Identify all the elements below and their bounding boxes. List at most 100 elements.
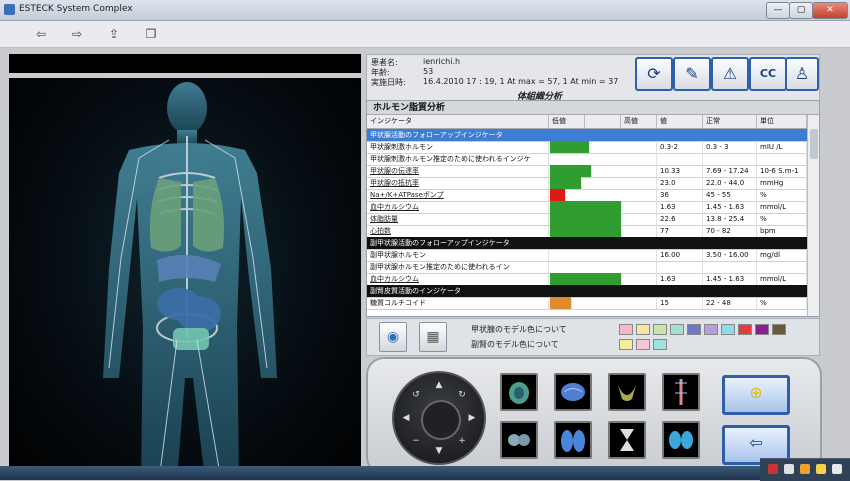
table-header: インジケータ 低値 高値 値 正常 単位 [367, 115, 807, 129]
up-arrow-icon[interactable]: ▲ [433, 379, 445, 391]
legend-label-adrenal: 副腎のモデル色について [471, 340, 559, 349]
warning-button[interactable]: ⚠ [711, 57, 749, 91]
forward-arrow-icon[interactable]: ⇨ [69, 26, 85, 42]
rotate-cw-icon[interactable]: ↻ [456, 389, 468, 401]
col-low: 低値 [549, 115, 585, 128]
tube-button[interactable]: ♙ [785, 57, 819, 91]
cell-unit: mg/dl [757, 249, 807, 261]
tool-button[interactable]: ✎ [673, 57, 711, 91]
model-toggle-button[interactable]: ◉ [379, 322, 407, 352]
group-title: 副腎皮質活動のインジケータ [370, 287, 461, 295]
cell-normal: 3.50 - 16.00 [703, 249, 757, 261]
maximize-button[interactable]: ▢ [789, 2, 813, 19]
warning-icon: ⚠ [722, 64, 738, 83]
grid-icon: ▦ [426, 329, 440, 345]
color-legend: ◉ ▦ 甲状腺のモデル色について 副腎のモデル色について [366, 318, 820, 356]
organ-digestive-button[interactable] [500, 373, 538, 411]
back-arrow-icon[interactable]: ⇦ [33, 26, 49, 42]
table-row[interactable]: 糖質コルチコイド 15 22 - 48% [367, 297, 807, 310]
cell-value [657, 153, 703, 165]
color-swatch [755, 324, 769, 335]
cell-name: 甲状腺刺激ホルモン推定のために使われるインジケ [367, 153, 549, 165]
organ-hourglass-button[interactable] [608, 421, 646, 459]
level-bar-cell [549, 201, 657, 213]
color-swatch [619, 339, 633, 350]
cell-normal: 45 - 55 [703, 189, 757, 201]
reset-view-button[interactable] [421, 400, 461, 440]
cell-normal [703, 261, 757, 273]
cell-value: 1.63 [657, 201, 703, 213]
level-bar [550, 165, 592, 177]
color-swatch [670, 324, 684, 335]
organ-kidneys-button[interactable] [662, 421, 700, 459]
level-bar [550, 141, 590, 153]
cell-name: 甲状腺刺激ホルモン [367, 141, 549, 153]
tool-icon: ✎ [685, 64, 699, 83]
hourglass-icon [620, 429, 634, 451]
zoom-out-icon[interactable]: − [410, 435, 422, 447]
table-scrollbar[interactable] [807, 115, 819, 316]
rotate-ccw-icon[interactable]: ↺ [410, 389, 422, 401]
window-title: ESTECK System Complex [19, 4, 133, 14]
organ-nervous-button[interactable] [662, 373, 700, 411]
title-bar: ESTECK System Complex — ▢ ✕ [0, 0, 850, 21]
section-title: ホルモン脂質分析 [367, 101, 819, 115]
cell-name: 副甲状腺ホルモン [367, 249, 549, 261]
cell-normal: 1.45 - 1.63 [703, 201, 757, 213]
level-bar-cell [549, 189, 657, 201]
export-icon[interactable]: ⇪ [106, 26, 122, 42]
spine-icon [675, 379, 687, 405]
minimize-button[interactable]: — [766, 2, 790, 19]
scroll-thumb[interactable] [810, 129, 818, 159]
tray-folder-icon[interactable] [816, 464, 826, 474]
level-bar [550, 273, 622, 285]
level-bar [550, 201, 622, 213]
cell-unit: % [757, 213, 807, 225]
sphere-icon: ◉ [386, 329, 400, 345]
level-bar-cell [549, 273, 657, 285]
kidneys-icon [669, 431, 693, 449]
color-swatch [636, 324, 650, 335]
tray-app-icon[interactable] [800, 464, 810, 474]
copy-icon[interactable]: ❐ [143, 26, 159, 42]
body-3d-viewer[interactable] [9, 78, 361, 480]
color-swatch [687, 324, 701, 335]
tray-network-icon[interactable] [832, 464, 842, 474]
cell-name: 心拍数 [367, 225, 549, 237]
level-bar-cell [549, 153, 657, 165]
exam-date-value: 16.4.2010 17 : 19, 1 At max = 57, 1 At m… [423, 77, 619, 86]
pelvis-icon [618, 385, 636, 401]
cc-button[interactable]: CC [749, 57, 787, 91]
right-arrow-icon[interactable]: ▶ [466, 412, 478, 424]
cell-name: 血中カルシウム [367, 201, 549, 213]
brain-icon [561, 383, 585, 401]
cell-normal: 22.0 - 44.0 [703, 177, 757, 189]
color-swatch [704, 324, 718, 335]
cell-name: 副甲状腺ホルモン推定のために使われるイン [367, 261, 549, 273]
rotation-dial[interactable]: ▲ ▼ ◀ ▶ ↺ ↻ − + [392, 371, 486, 465]
tray-flag-icon[interactable] [768, 464, 778, 474]
left-arrow-icon[interactable]: ◀ [400, 412, 412, 424]
cell-normal [703, 153, 757, 165]
color-swatch [772, 324, 786, 335]
human-body-model [103, 82, 277, 480]
joint-icon [508, 434, 530, 446]
cell-value: 15 [657, 297, 703, 309]
tray-text-icon[interactable] [784, 464, 794, 474]
level-bar-cell [549, 141, 657, 153]
organ-skeleton-button[interactable] [608, 373, 646, 411]
organ-joints-button[interactable] [500, 421, 538, 459]
crosshair-icon: ⊕ [749, 383, 763, 402]
select-target-button[interactable]: ⊕ [722, 375, 790, 415]
level-bar-cell [549, 297, 657, 309]
organ-lungs-button[interactable] [554, 421, 592, 459]
grid-toggle-button[interactable]: ▦ [419, 322, 447, 352]
organ-brain-button[interactable] [554, 373, 592, 411]
viewer-caption-bar [9, 54, 361, 73]
cell-unit: mmol/L [757, 273, 807, 285]
close-button[interactable]: ✕ [812, 2, 848, 19]
down-arrow-icon[interactable]: ▼ [433, 445, 445, 457]
intestine-icon [509, 382, 529, 404]
zoom-in-icon[interactable]: + [456, 435, 468, 447]
refresh-button[interactable]: ⟳ [635, 57, 673, 91]
